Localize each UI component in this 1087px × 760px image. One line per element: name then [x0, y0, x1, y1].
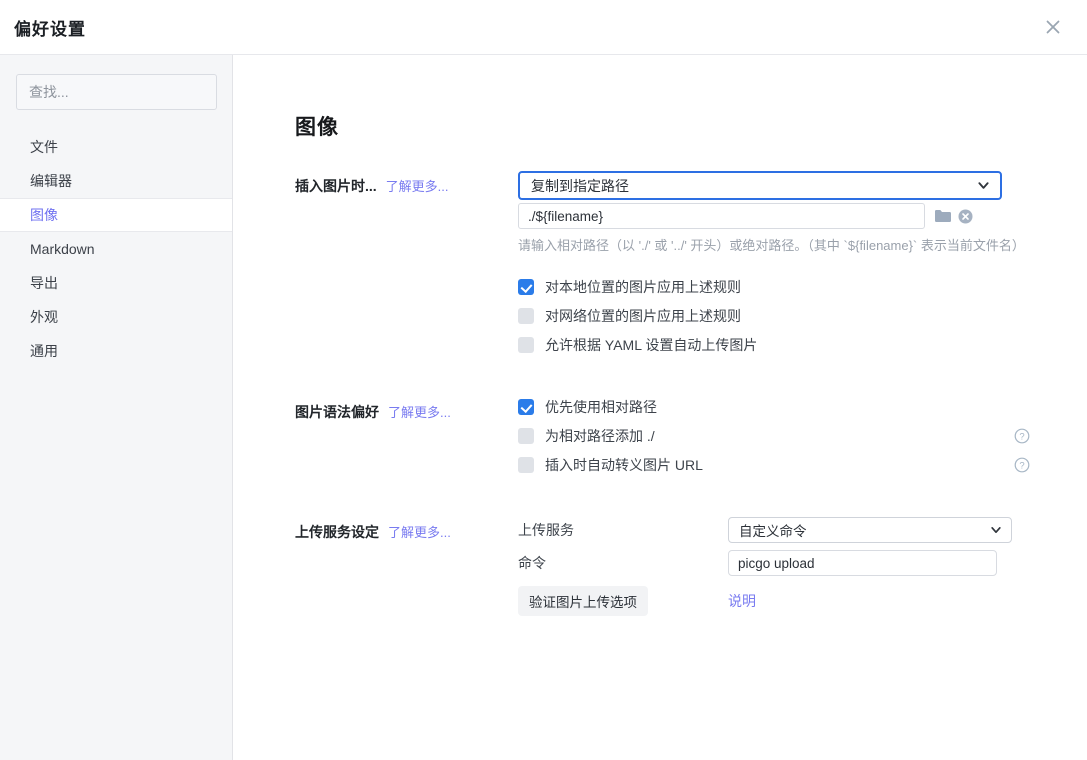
section-image-syntax: 图片语法偏好了解更多... 优先使用相对路径 为相对路径添加 ./ ?	[295, 397, 1087, 475]
sidebar-item-label: Markdown	[30, 241, 95, 257]
sidebar-item-label: 外观	[30, 307, 58, 327]
sidebar-item-markdown[interactable]: Markdown	[0, 232, 232, 266]
section-label-col: 图片语法偏好了解更多...	[295, 397, 518, 475]
checkbox-label: 优先使用相对路径	[545, 397, 657, 417]
checkbox-prefer-relative-path[interactable]	[518, 399, 534, 415]
search-input[interactable]	[16, 74, 217, 110]
sidebar-item-label: 编辑器	[30, 171, 72, 191]
image-path-input[interactable]	[518, 203, 925, 229]
chevron-down-icon	[990, 524, 1002, 536]
select-value: 复制到指定路径	[531, 176, 629, 196]
sidebar-item-export[interactable]: 导出	[0, 266, 232, 300]
upload-service-label: 上传服务	[518, 520, 728, 540]
section-label-col: 插入图片时... 了解更多...	[295, 171, 518, 355]
validate-row: 验证图片上传选项 说明	[518, 586, 1030, 616]
help-button[interactable]: ?	[1014, 428, 1030, 444]
sidebar-item-general[interactable]: 通用	[0, 334, 232, 368]
dialog-body: 文件 编辑器 图像 Markdown 导出 外观 通用	[0, 55, 1087, 760]
help-circle-icon: ?	[1014, 428, 1030, 444]
dialog-title: 偏好设置	[14, 15, 86, 40]
checkbox-local-images[interactable]	[518, 279, 534, 295]
checkbox-label: 允许根据 YAML 设置自动上传图片	[545, 335, 757, 355]
sidebar: 文件 编辑器 图像 Markdown 导出 外观 通用	[0, 55, 233, 760]
command-row: 命令	[518, 550, 1030, 576]
sidebar-item-editor[interactable]: 编辑器	[0, 164, 232, 198]
dialog-header: 偏好设置	[0, 0, 1087, 55]
svg-text:?: ?	[1019, 460, 1024, 471]
section-controls: 上传服务 自定义命令 命令 验证图	[518, 517, 1030, 623]
learn-more-link[interactable]: 了解更多...	[386, 179, 449, 194]
sidebar-item-label: 文件	[30, 137, 58, 157]
command-input[interactable]	[728, 550, 997, 576]
checkbox-row-online-images: 对网络位置的图片应用上述规则	[518, 306, 1030, 326]
checkbox-escape-image-url[interactable]	[518, 457, 534, 473]
browse-folder-button[interactable]	[934, 209, 952, 223]
folder-icon	[934, 209, 952, 223]
sidebar-item-appearance[interactable]: 外观	[0, 300, 232, 334]
validate-upload-button[interactable]: 验证图片上传选项	[518, 586, 648, 616]
checkbox-label: 为相对路径添加 ./	[545, 426, 655, 446]
clear-path-button[interactable]	[958, 209, 973, 224]
checkbox-label: 插入时自动转义图片 URL	[545, 455, 703, 475]
x-circle-icon	[958, 209, 973, 224]
checkbox-add-dot-slash[interactable]	[518, 428, 534, 444]
validate-button-col: 验证图片上传选项	[518, 586, 728, 616]
checkbox-yaml-upload[interactable]	[518, 337, 534, 353]
help-circle-icon: ?	[1014, 457, 1030, 473]
path-row	[518, 203, 1030, 229]
chevron-down-icon	[977, 179, 990, 192]
section-upload-service: 上传服务设定了解更多... 上传服务 自定义命令 命令	[295, 517, 1087, 623]
insert-action-select[interactable]: 复制到指定路径	[518, 171, 1002, 200]
command-label: 命令	[518, 553, 728, 573]
section-insert-image: 插入图片时... 了解更多... 复制到指定路径	[295, 171, 1087, 355]
close-icon	[1044, 18, 1062, 36]
sidebar-item-label: 图像	[30, 205, 58, 225]
sidebar-nav: 文件 编辑器 图像 Markdown 导出 外观 通用	[0, 130, 232, 368]
main-panel: 图像 插入图片时... 了解更多... 复制到指定路径	[233, 55, 1087, 760]
svg-text:?: ?	[1019, 431, 1024, 442]
learn-more-link[interactable]: 了解更多...	[388, 525, 451, 540]
checkbox-row-yaml-upload: 允许根据 YAML 设置自动上传图片	[518, 335, 1030, 355]
section-controls: 优先使用相对路径 为相对路径添加 ./ ?	[518, 397, 1030, 475]
section-title: 图片语法偏好	[295, 404, 379, 420]
help-button[interactable]: ?	[1014, 457, 1030, 473]
section-title: 上传服务设定	[295, 524, 379, 540]
insert-checkbox-group: 对本地位置的图片应用上述规则 对网络位置的图片应用上述规则 允许根据 YAML …	[518, 277, 1030, 355]
sidebar-item-label: 导出	[30, 273, 58, 293]
path-hint-text: 请输入相对路径（以 './' 或 '../' 开头）或绝对路径。（其中 `${f…	[518, 235, 1030, 254]
select-value: 自定义命令	[739, 520, 807, 540]
section-label-col: 上传服务设定了解更多...	[295, 517, 518, 623]
checkbox-online-images[interactable]	[518, 308, 534, 324]
checkbox-row-add-dot-slash: 为相对路径添加 ./ ?	[518, 426, 1030, 446]
checkbox-label: 对本地位置的图片应用上述规则	[545, 277, 741, 297]
learn-more-link[interactable]: 了解更多...	[388, 405, 451, 420]
section-title: 插入图片时...	[295, 178, 377, 194]
close-button[interactable]	[1041, 15, 1065, 39]
checkbox-row-escape-url: 插入时自动转义图片 URL ?	[518, 455, 1030, 475]
checkbox-label: 对网络位置的图片应用上述规则	[545, 306, 741, 326]
checkbox-row-local-images: 对本地位置的图片应用上述规则	[518, 277, 1030, 297]
preferences-dialog: 偏好设置 文件 编辑器 图像 Markdown	[0, 0, 1087, 760]
upload-docs-link[interactable]: 说明	[728, 591, 756, 611]
checkbox-row-relative-path: 优先使用相对路径	[518, 397, 1030, 417]
upload-service-select[interactable]: 自定义命令	[728, 517, 1012, 543]
sidebar-item-file[interactable]: 文件	[0, 130, 232, 164]
section-controls: 复制到指定路径	[518, 171, 1030, 355]
sidebar-item-label: 通用	[30, 341, 58, 361]
upload-service-row: 上传服务 自定义命令	[518, 517, 1030, 543]
sidebar-item-image[interactable]: 图像	[0, 198, 232, 232]
page-title: 图像	[295, 115, 1087, 141]
